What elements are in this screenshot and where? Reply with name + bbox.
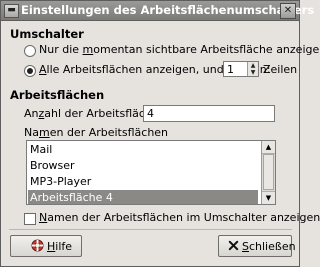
window-menu-button[interactable]: ▬ [4, 4, 19, 18]
spin-down-icon[interactable]: ▼ [249, 69, 257, 76]
window-close-button[interactable]: ✕ [280, 3, 296, 19]
section-title-arbeitsflaechen: Arbeitsflächen [10, 88, 105, 102]
list-scrollbar[interactable]: ▲ ▼ [261, 141, 275, 204]
show-names-label[interactable]: Namen der Arbeitsflächen im Umschalter a… [39, 211, 320, 224]
workspace-names-label: Namen der Arbeitsflächen [24, 126, 169, 139]
list-item-selected[interactable]: Arbeitsfläche 4 [28, 190, 258, 204]
spin-arrows[interactable]: ▲ ▼ [247, 62, 258, 76]
window-menu-icon: ▬ [7, 5, 16, 15]
help-button-label: Hilfe [47, 240, 73, 253]
scroll-thumb[interactable] [263, 154, 274, 190]
radio-selected-dot [27, 68, 33, 74]
workspace-count-value: 4 [147, 107, 154, 120]
rows-unit-label: Zeilen [263, 63, 298, 76]
workspace-names-list[interactable]: Mail Browser MP3-Player Arbeitsfläche 4 … [26, 140, 276, 205]
show-names-checkbox[interactable] [24, 213, 36, 225]
list-item[interactable]: MP3-Player [28, 174, 258, 190]
lifebuoy-icon [31, 239, 44, 252]
list-item-label: Browser [30, 159, 75, 172]
spin-up-icon[interactable]: ▲ [249, 62, 257, 69]
rows-value: 1 [227, 63, 234, 76]
preferences-dialog: ▬ Einstellungen des Arbeitsflächenumscha… [0, 0, 320, 267]
radio-current-workspace[interactable] [24, 45, 36, 57]
section-title-umschalter: Umschalter [10, 27, 84, 41]
close-x-icon [228, 240, 239, 251]
list-item[interactable]: Browser [28, 158, 258, 174]
radio-all-workspaces[interactable] [24, 65, 36, 77]
list-item-label: MP3-Player [30, 175, 92, 188]
scroll-up-icon[interactable]: ▲ [262, 141, 275, 154]
close-button-label: Schließen [242, 240, 296, 253]
close-button[interactable]: Schließen [218, 235, 296, 257]
scroll-down-icon[interactable]: ▼ [262, 191, 275, 204]
radio-current-workspace-label[interactable]: Nur die momentan sichtbare Arbeitsfläche… [39, 43, 320, 56]
close-icon: ✕ [283, 5, 293, 16]
list-item-label: Arbeitsfläche 4 [30, 191, 113, 204]
button-divider [9, 229, 292, 230]
workspace-count-field[interactable]: 4 [143, 105, 275, 122]
window-title: Einstellungen des Arbeitsflächenumschalt… [21, 3, 315, 17]
rows-spinbutton[interactable]: 1 ▲ ▼ [223, 61, 259, 77]
help-button[interactable]: Hilfe [10, 235, 82, 257]
list-item[interactable]: Mail [28, 142, 258, 158]
title-bar[interactable]: ▬ Einstellungen des Arbeitsflächenumscha… [1, 1, 314, 21]
list-item-label: Mail [30, 143, 53, 156]
